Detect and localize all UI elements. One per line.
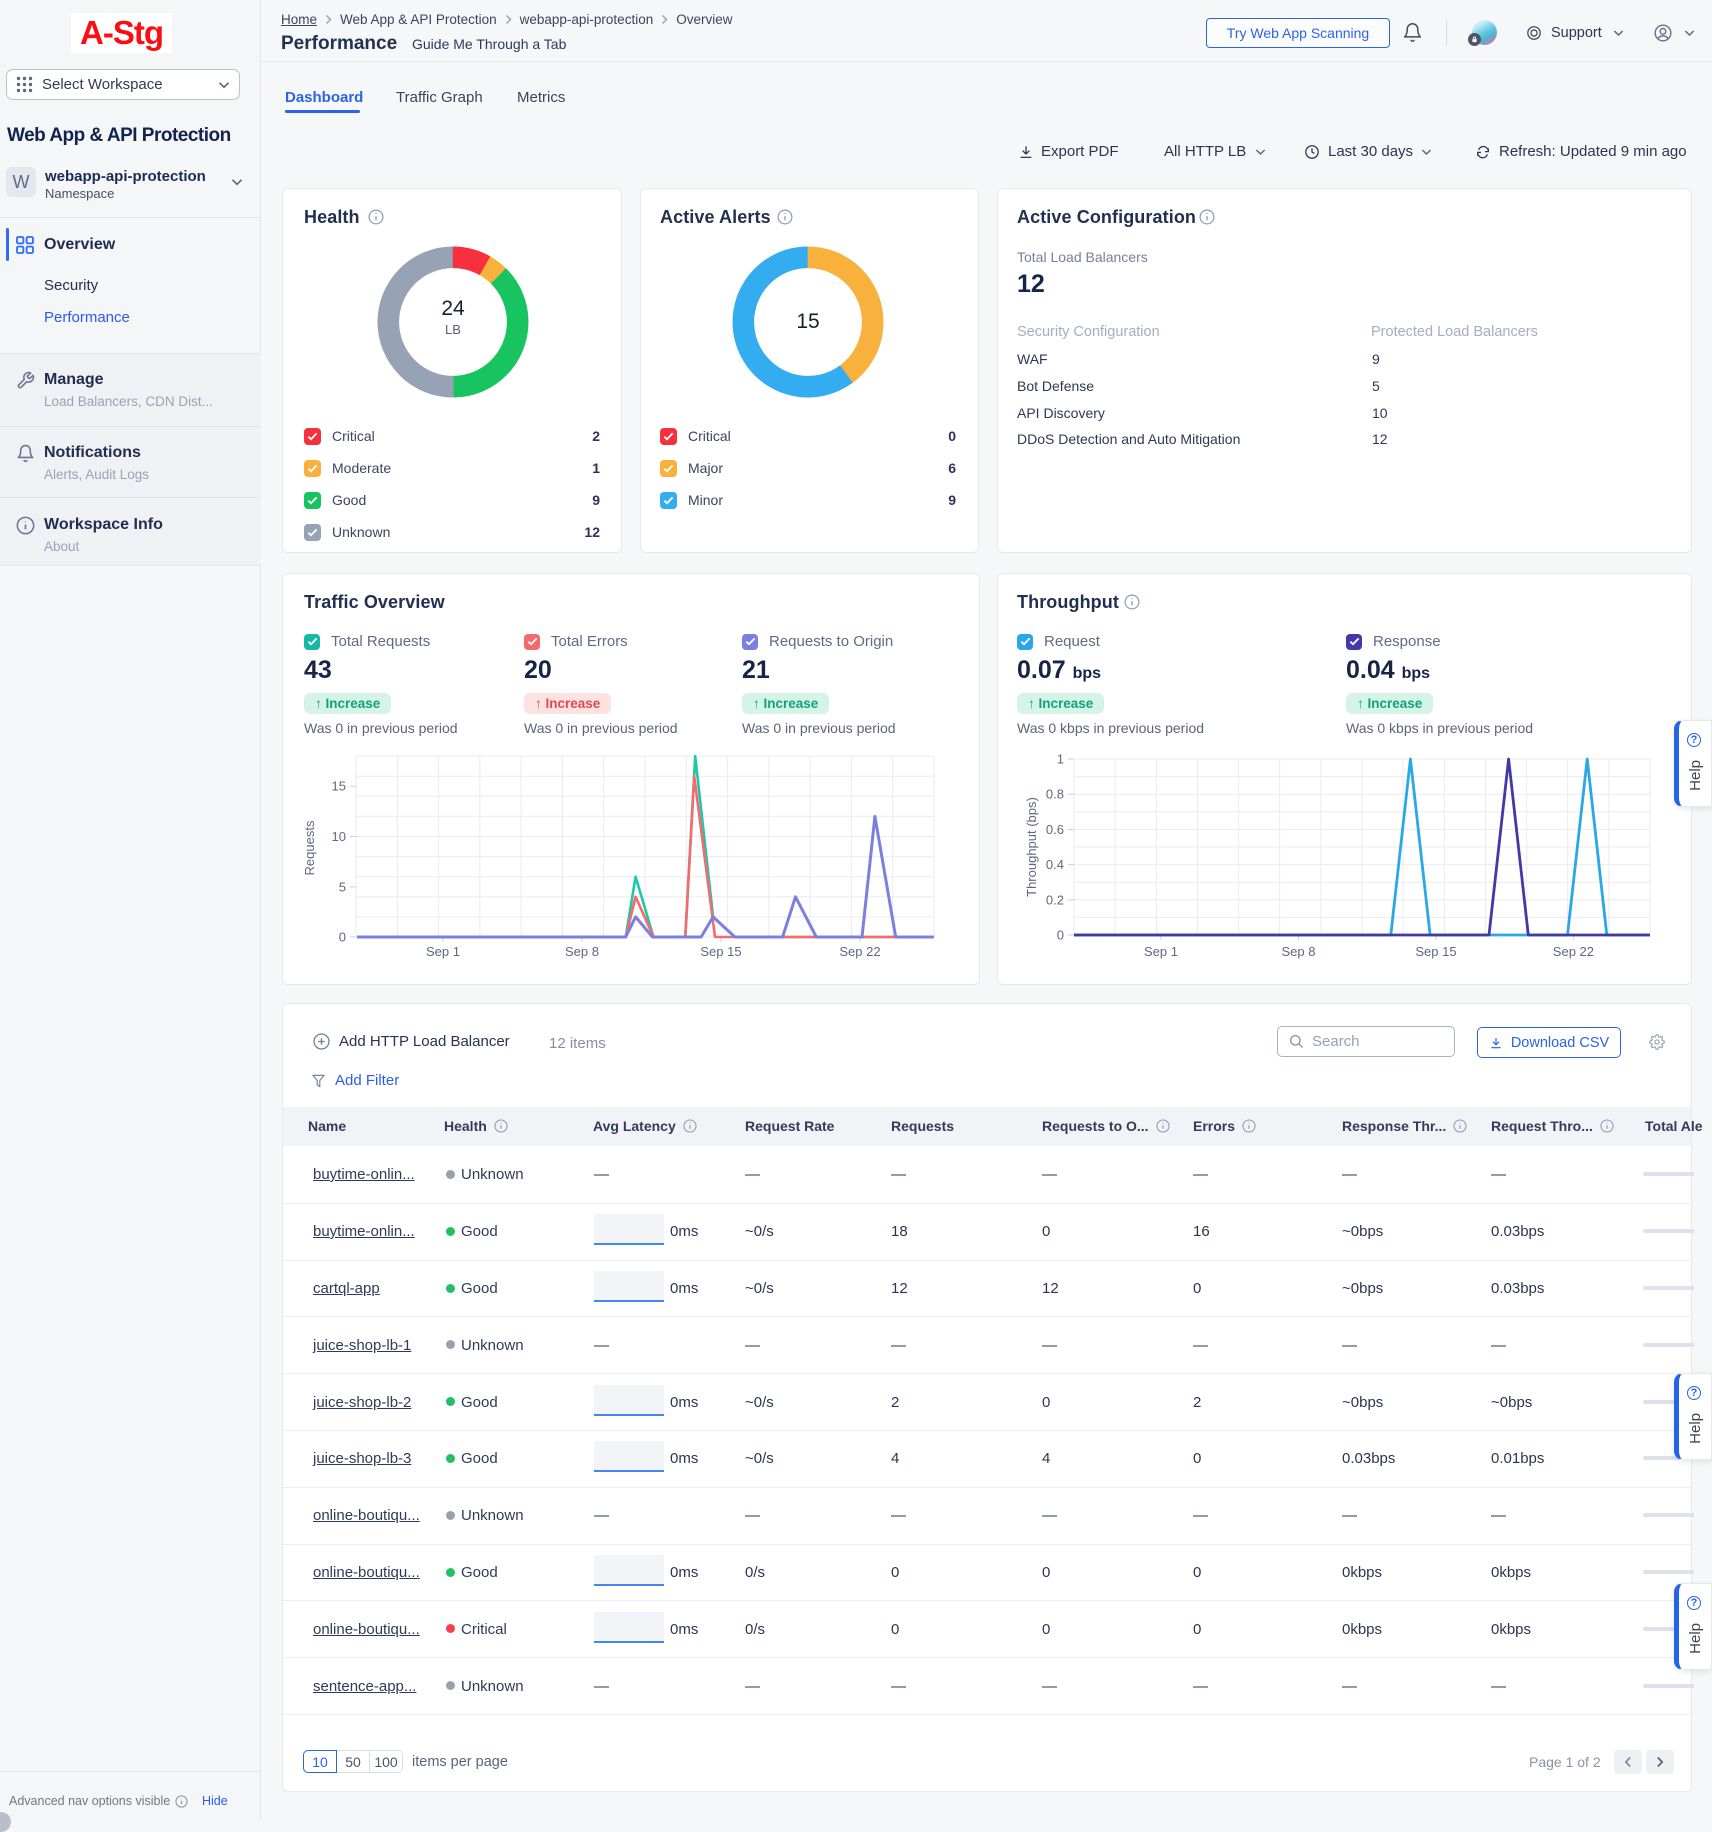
svg-text:0.6: 0.6 [1046,822,1064,837]
svg-text:Throughput (bps): Throughput (bps) [1024,797,1039,897]
svg-text:Sep 1: Sep 1 [1144,944,1178,959]
svg-text:Sep 8: Sep 8 [1282,944,1316,959]
svg-text:Sep 22: Sep 22 [1553,944,1594,959]
svg-text:0.4: 0.4 [1046,857,1064,872]
svg-text:Sep 22: Sep 22 [839,944,880,959]
svg-text:Requests: Requests [302,820,317,875]
svg-text:Sep 1: Sep 1 [426,944,460,959]
svg-text:0: 0 [1057,928,1064,943]
svg-text:Sep 15: Sep 15 [1415,944,1456,959]
svg-text:Sep 8: Sep 8 [565,944,599,959]
svg-text:10: 10 [332,829,346,844]
svg-text:0.2: 0.2 [1046,892,1064,907]
svg-text:5: 5 [339,879,346,894]
svg-text:1: 1 [1057,752,1064,767]
svg-text:0: 0 [339,930,346,945]
svg-text:15: 15 [332,779,346,794]
svg-text:Sep 15: Sep 15 [700,944,741,959]
svg-text:0.8: 0.8 [1046,787,1064,802]
